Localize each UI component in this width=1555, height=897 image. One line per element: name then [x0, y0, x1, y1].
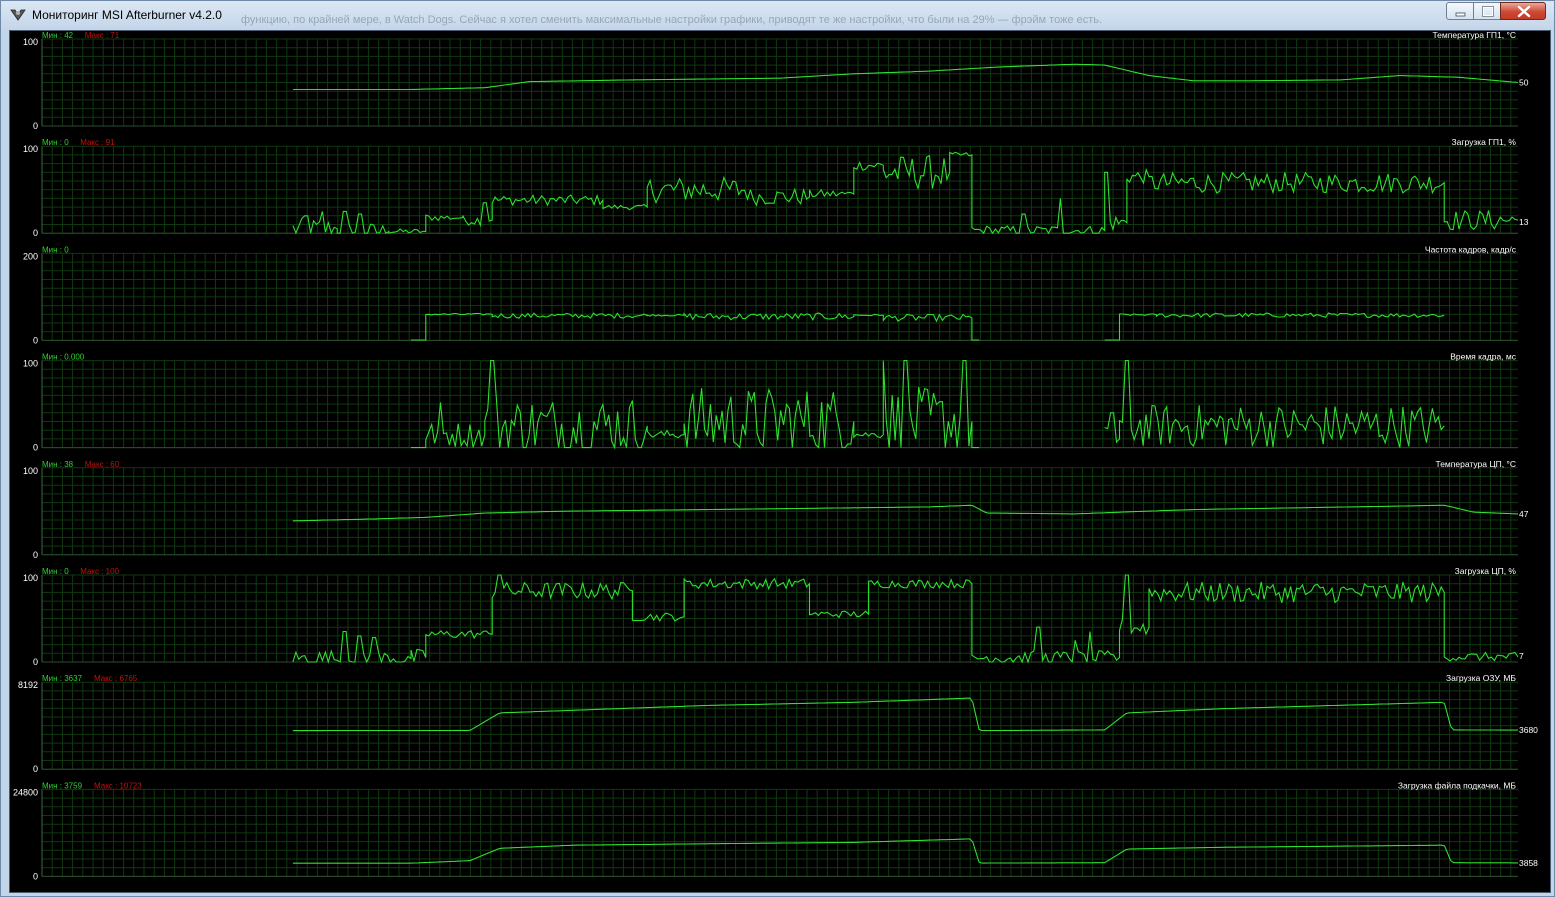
current-value-label: 47: [1519, 509, 1529, 519]
y-tick-label: 0: [33, 335, 38, 345]
max-value-label: Макс : 91: [80, 138, 115, 147]
graph-panel[interactable]: [41, 252, 1518, 341]
maximize-icon: [1482, 6, 1494, 17]
y-tick-label: 200: [23, 251, 38, 261]
graph-title: Загрузка ОЗУ, МБ: [1446, 673, 1516, 683]
graph-panel[interactable]: [41, 38, 1519, 127]
y-tick-label: 100: [23, 359, 38, 369]
min-value-label: Мин : 38: [42, 460, 74, 469]
graph-grid: [41, 788, 1518, 877]
current-value-label: 50: [1519, 78, 1529, 88]
current-value-label: 13: [1519, 217, 1529, 227]
max-value-label: Макс : 71: [85, 31, 120, 40]
y-tick-label: 0: [33, 228, 38, 238]
min-value-label: Мин : 42: [42, 31, 74, 40]
min-value-label: Мин : 0: [42, 245, 69, 254]
graph-title: Температура ЦП, °C: [1435, 459, 1516, 469]
close-button[interactable]: [1500, 2, 1546, 20]
max-value-label: Макс : 60: [85, 460, 120, 469]
graph-grid: [41, 145, 1518, 234]
close-icon: [1517, 5, 1531, 18]
afterburner-logo-icon: [10, 9, 26, 21]
graph-grid: [41, 467, 1518, 556]
title-bar[interactable]: Мониторинг MSI Afterburner v4.2.0 функци…: [1, 1, 1554, 30]
min-value-label: Мин : 0: [42, 138, 69, 147]
graph-title: Температура ГП1, °C: [1432, 30, 1516, 40]
y-tick-label: 100: [23, 573, 38, 583]
series-line: [292, 504, 1519, 522]
graph-grid: [41, 360, 1518, 449]
min-value-label: Мин : 3759: [42, 781, 83, 790]
y-tick-label: 0: [33, 764, 38, 774]
series-line: [292, 63, 1519, 91]
graph-title: Время кадра, мс: [1450, 352, 1517, 362]
current-value-label: 7: [1519, 651, 1524, 661]
y-tick-label: 0: [33, 443, 38, 453]
graph-grid: [41, 252, 1518, 341]
minimize-button[interactable]: [1446, 2, 1474, 20]
current-value-label: 3858: [1519, 858, 1538, 868]
series-line: [1104, 312, 1445, 341]
graph-panel[interactable]: [41, 145, 1519, 235]
graph-title: Загрузка ЦП, %: [1455, 566, 1517, 576]
y-tick-label: 0: [33, 121, 38, 131]
y-tick-label: 100: [23, 144, 38, 154]
graph-panel[interactable]: [41, 360, 1518, 450]
maximize-button[interactable]: [1473, 2, 1501, 20]
minimize-icon: [1455, 12, 1466, 17]
app-window: Мониторинг MSI Afterburner v4.2.0 функци…: [0, 0, 1555, 897]
graph-title: Частота кадров, кадр/с: [1425, 244, 1517, 254]
graph-panel[interactable]: [41, 788, 1518, 877]
current-value-label: 3680: [1519, 725, 1538, 735]
graph-panel[interactable]: [41, 681, 1518, 770]
y-tick-label: 24800: [13, 787, 38, 797]
window-title: Мониторинг MSI Afterburner v4.2.0: [32, 8, 222, 22]
graph-title: Загрузка файла подкачки, МБ: [1398, 780, 1517, 790]
graph-panel[interactable]: [41, 467, 1519, 556]
y-tick-label: 0: [33, 871, 38, 881]
monitoring-graphs-panel[interactable]: 100 0 Мин : 42 Макс : 71 Температура ГП1, °C…: [9, 30, 1551, 893]
series-line: [292, 151, 1519, 235]
y-tick-label: 0: [33, 657, 38, 667]
y-tick-label: 100: [23, 37, 38, 47]
graph-grid: [41, 681, 1518, 770]
background-window-text: функцию, по крайней мере, в Watch Dogs. …: [241, 14, 1103, 26]
min-value-label: Мин : 0: [42, 567, 69, 576]
max-value-label: Макс : 6765: [94, 674, 138, 683]
y-tick-label: 0: [33, 550, 38, 560]
series-line: [292, 838, 1518, 864]
max-value-label: Макс : 100: [80, 567, 119, 576]
y-tick-label: 100: [23, 466, 38, 476]
y-tick-label: 8192: [18, 680, 38, 690]
graph-grid: [41, 38, 1518, 127]
min-value-label: Мин : 3637: [42, 674, 83, 683]
graph-title: Загрузка ГП1, %: [1452, 137, 1517, 147]
min-value-label: Мин : 0.000: [42, 353, 85, 362]
graph-panel[interactable]: [41, 574, 1519, 665]
max-value-label: Макс : 10723: [94, 781, 142, 790]
